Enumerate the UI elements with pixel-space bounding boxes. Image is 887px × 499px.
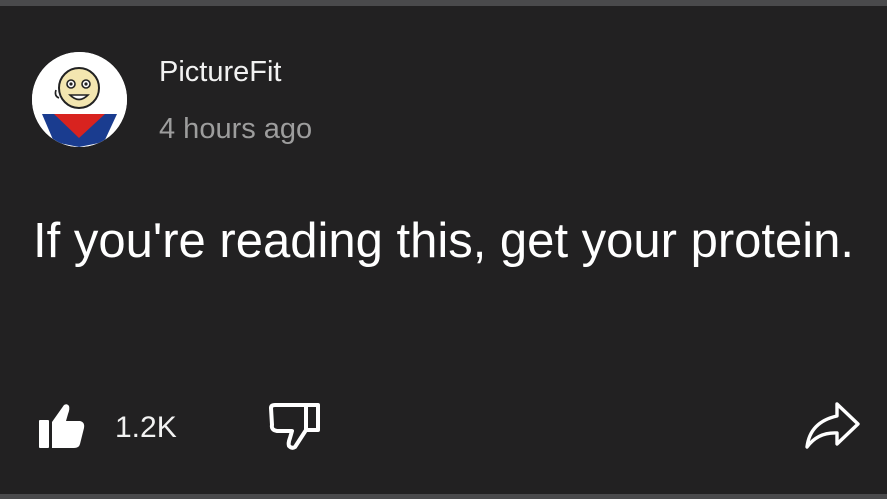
like-count: 1.2K [115, 411, 177, 444]
like-button[interactable] [38, 402, 86, 450]
share-button[interactable] [804, 400, 862, 450]
share-arrow-icon [805, 402, 860, 449]
bottom-divider [0, 494, 887, 499]
thumbs-down-icon [269, 403, 320, 450]
author-avatar[interactable] [32, 52, 127, 147]
comment-timestamp: 4 hours ago [159, 113, 313, 145]
comment-text: If you're reading this, get your protein… [33, 214, 855, 268]
author-name[interactable]: PictureFit [159, 54, 281, 90]
dislike-button[interactable] [268, 402, 320, 450]
top-divider [0, 0, 887, 6]
thumbs-up-icon [39, 404, 85, 448]
cartoon-character-icon [32, 52, 127, 147]
